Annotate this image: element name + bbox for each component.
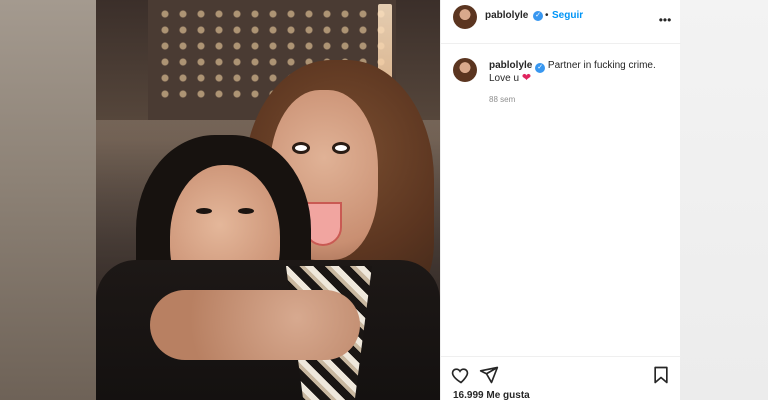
likes-number: 16.999	[453, 390, 484, 400]
background-right	[680, 0, 768, 400]
post-caption: pablolyle ✓ Partner in fucking crime. Lo…	[489, 59, 667, 85]
more-icon[interactable]: •••	[657, 12, 673, 28]
share-icon[interactable]	[479, 365, 499, 385]
header-username[interactable]: pablolyle	[485, 10, 528, 21]
follow-button[interactable]: Seguir	[552, 10, 583, 21]
verified-badge-icon: ✓	[535, 63, 546, 73]
post-footer: 16.999 Me gusta	[441, 356, 681, 400]
likes-count[interactable]: 16.999 Me gusta	[453, 390, 530, 400]
likes-label: Me gusta	[486, 390, 530, 400]
post-header: pablolyle ✓ • Seguir •••	[441, 0, 681, 44]
post-time[interactable]: 88 sem	[489, 95, 515, 104]
photo-woman-eye-left	[196, 208, 212, 214]
heart-emoji: ❤	[521, 72, 532, 84]
caption-avatar[interactable]	[453, 58, 477, 82]
avatar[interactable]	[453, 5, 477, 29]
header-separator: •	[545, 10, 549, 21]
post-photo[interactable]	[96, 0, 440, 400]
verified-badge-icon: ✓	[533, 11, 543, 21]
background-left	[0, 0, 96, 400]
post-sidebar: pablolyle ✓ • Seguir ••• pablolyle ✓ Par…	[440, 0, 681, 400]
caption-username[interactable]: pablolyle	[489, 60, 532, 71]
photo-man-eye-left	[292, 142, 310, 154]
photo-man-eye-right	[332, 142, 350, 154]
heart-icon[interactable]	[451, 365, 471, 385]
photo-woman-eye-right	[238, 208, 254, 214]
photo-arm	[150, 290, 360, 360]
bookmark-icon[interactable]	[651, 365, 671, 385]
